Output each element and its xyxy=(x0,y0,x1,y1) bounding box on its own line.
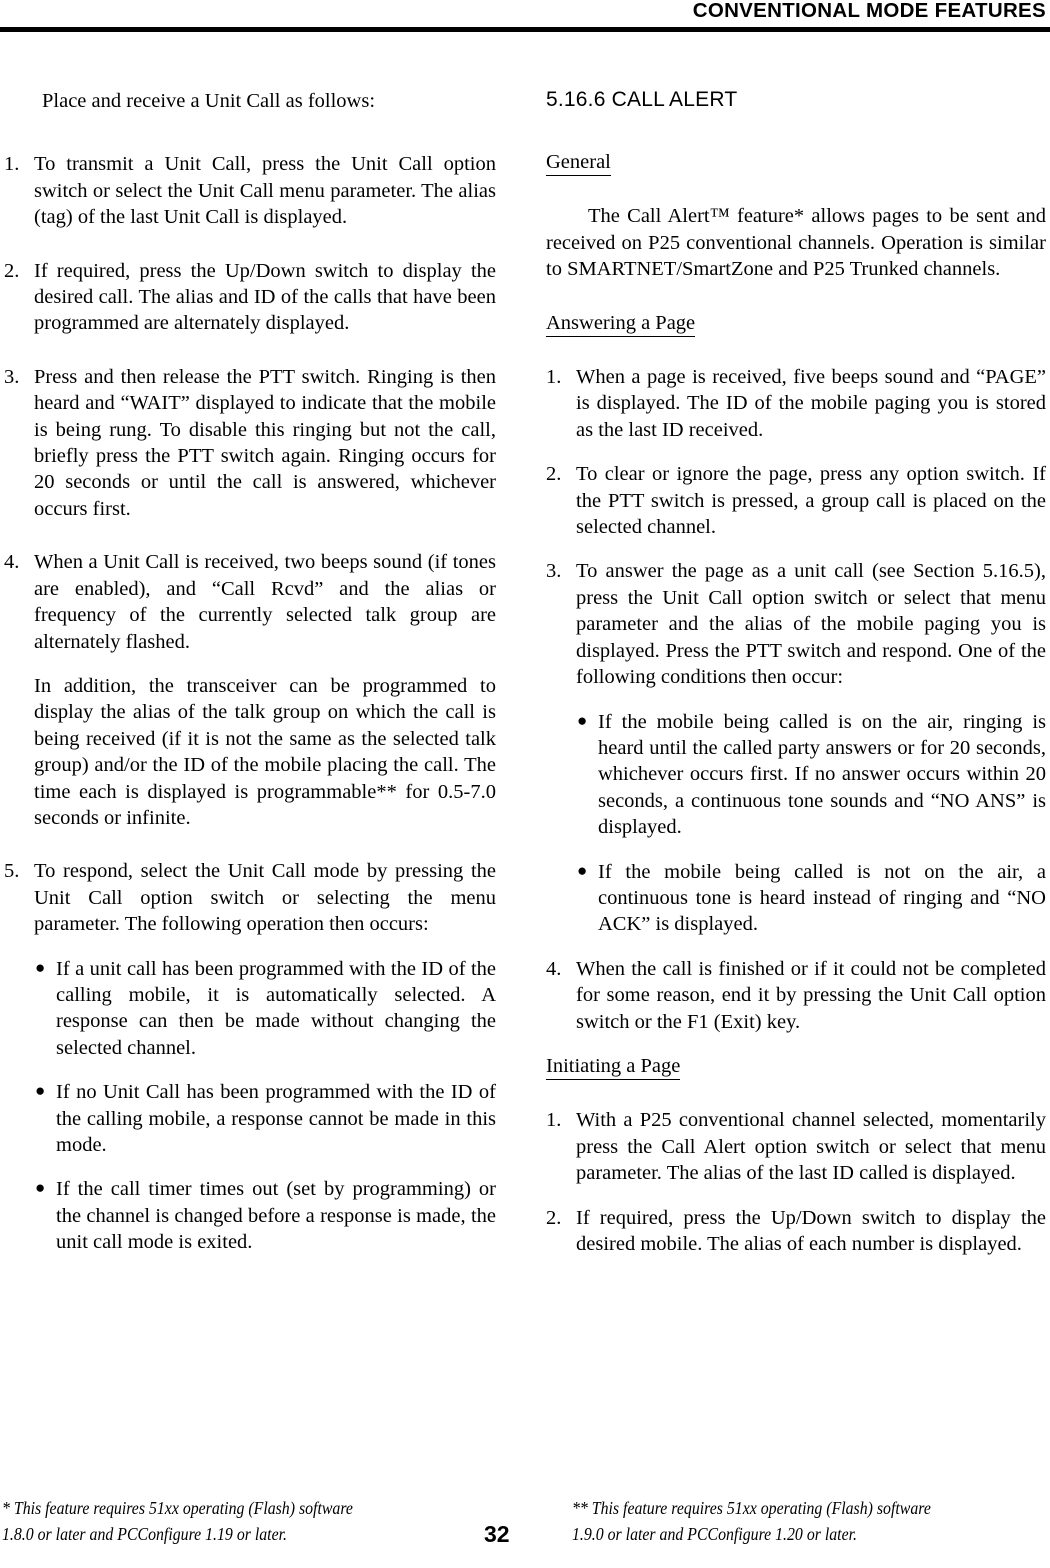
manual-page: CONVENTIONAL MODE FEATURES Place and rec… xyxy=(0,0,1050,1568)
list-number: 2. xyxy=(546,1206,562,1229)
list-number: 3. xyxy=(4,365,20,388)
subheading-general: General xyxy=(546,149,611,177)
page-header-title: CONVENTIONAL MODE FEATURES xyxy=(692,0,1046,22)
left-bullet-3: ● If the call timer times out (set by pr… xyxy=(4,1176,496,1255)
list-item-text: With a P25 conventional channel selected… xyxy=(576,1109,1046,1185)
list-item-text: If required, press the Up/Down switch to… xyxy=(576,1206,1046,1255)
list-item-text: When the call is finished or if it could… xyxy=(576,957,1046,1033)
general-paragraph: The Call Alert™ feature* allows pages to… xyxy=(546,203,1046,282)
list-item-text: If required, press the Up/Down switch to… xyxy=(34,259,496,335)
bullet-icon: ● xyxy=(577,860,588,880)
bullet-text: If the mobile being called is on the air… xyxy=(598,710,1046,839)
footnote-left-line-2: 1.8.0 or later and PCConfigure 1.19 or l… xyxy=(2,1524,287,1544)
list-number: 1. xyxy=(4,153,20,176)
subheading-answering-wrap: Answering a Page xyxy=(546,310,1046,338)
list-number: 2. xyxy=(4,259,20,282)
list-number: 4. xyxy=(546,957,562,980)
bullet-icon: ● xyxy=(577,710,588,730)
list-item-text: When a Unit Call is received, two beeps … xyxy=(34,551,496,653)
bullet-icon: ● xyxy=(35,1178,46,1198)
page-number: 32 xyxy=(484,1521,510,1547)
right-initiating-item-2: 2. If required, press the Up/Down switch… xyxy=(546,1205,1046,1258)
right-column: 5.16.6 CALL ALERT General The Call Alert… xyxy=(546,88,1046,1257)
subheading-initiating-wrap: Initiating a Page xyxy=(546,1053,1046,1081)
subheading-answering-a-page: Answering a Page xyxy=(546,310,696,338)
left-list-item-5: 5. To respond, select the Unit Call mode… xyxy=(4,858,496,937)
right-answering-item-1: 1. When a page is received, five beeps s… xyxy=(546,364,1046,443)
general-paragraph-text: The Call Alert™ feature* allows pages to… xyxy=(546,205,1046,281)
list-item-text: When a page is received, five beeps soun… xyxy=(576,366,1046,441)
list-number: 4. xyxy=(4,551,20,574)
bullet-text: If the call timer times out (set by prog… xyxy=(56,1178,496,1254)
header-divider-rule xyxy=(0,27,1050,32)
left-list-item-3: 3. Press and then release the PTT switch… xyxy=(4,364,496,522)
right-answering-item-3: 3. To answer the page as a unit call (se… xyxy=(546,558,1046,690)
list-item-text: Press and then release the PTT switch. R… xyxy=(34,365,496,520)
list-item-text: To answer the page as a unit call (see S… xyxy=(576,560,1046,689)
footnote-left-line-1: * This feature requires 51xx operating (… xyxy=(2,1498,353,1518)
bullet-text: If no Unit Call has been programmed with… xyxy=(56,1081,496,1156)
bullet-text: If a unit call has been programmed with … xyxy=(56,957,496,1059)
left-column: Place and receive a Unit Call as follows… xyxy=(4,88,496,1256)
subheading-initiating-a-page: Initiating a Page xyxy=(546,1053,681,1081)
list-item-text: To respond, select the Unit Call mode by… xyxy=(34,860,496,936)
list-number: 1. xyxy=(546,366,562,389)
footnote-left: * This feature requires 51xx operating (… xyxy=(2,1495,353,1547)
footnote-right-line-2: 1.9.0 or later and PCConfigure 1.20 or l… xyxy=(572,1524,857,1544)
left-intro-paragraph: Place and receive a Unit Call as follows… xyxy=(42,90,376,112)
list-number: 1. xyxy=(546,1109,562,1132)
subheading-general-wrap: General xyxy=(546,149,1046,177)
left-list-item-1: 1. To transmit a Unit Call, press the Un… xyxy=(4,151,496,230)
right-bullet-1: ● If the mobile being called is on the a… xyxy=(546,709,1046,841)
left-bullet-2: ● If no Unit Call has been programmed wi… xyxy=(4,1079,496,1158)
list-number: 5. xyxy=(4,860,20,883)
left-bullet-1: ● If a unit call has been programmed wit… xyxy=(4,956,496,1062)
bullet-text: If the mobile being called is not on the… xyxy=(598,860,1046,936)
right-initiating-item-1: 1. With a P25 conventional channel selec… xyxy=(546,1107,1046,1186)
list-number: 2. xyxy=(546,463,562,486)
list-item-text: To clear or ignore the page, press any o… xyxy=(576,463,1046,539)
footnote-right: ** This feature requires 51xx operating … xyxy=(572,1495,931,1547)
left-list-item-2: 2. If required, press the Up/Down switch… xyxy=(4,258,496,337)
footnote-right-line-1: ** This feature requires 51xx operating … xyxy=(572,1498,931,1518)
list-item-text: To transmit a Unit Call, press the Unit … xyxy=(34,153,496,229)
bullet-icon: ● xyxy=(35,1081,46,1101)
section-heading-call-alert: 5.16.6 CALL ALERT xyxy=(546,88,738,111)
right-answering-item-2: 2. To clear or ignore the page, press an… xyxy=(546,461,1046,540)
right-answering-item-4: 4. When the call is finished or if it co… xyxy=(546,956,1046,1035)
page-footer: * This feature requires 51xx operating (… xyxy=(0,1495,1050,1565)
list-number: 3. xyxy=(546,560,562,583)
bullet-icon: ● xyxy=(35,957,46,977)
right-bullet-2: ● If the mobile being called is not on t… xyxy=(546,859,1046,938)
left-item-4-continuation: In addition, the transceiver can be prog… xyxy=(34,674,496,829)
page-header: CONVENTIONAL MODE FEATURES xyxy=(0,0,1050,34)
left-list-item-4: 4. When a Unit Call is received, two bee… xyxy=(4,549,496,655)
